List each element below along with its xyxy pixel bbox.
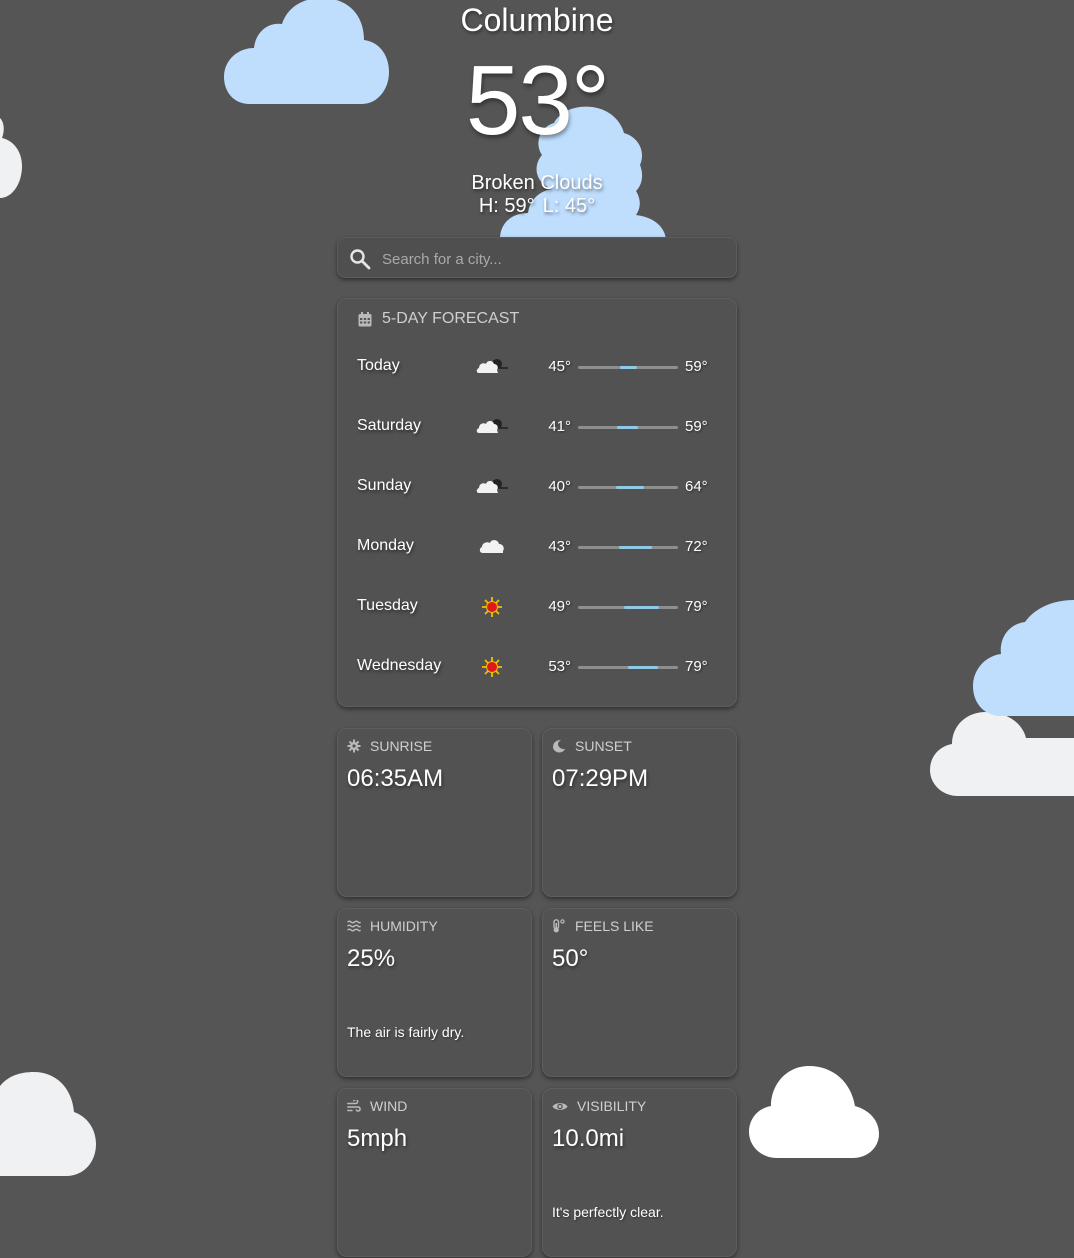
humidity-header: HUMIDITY	[347, 918, 438, 934]
forecast-day: Saturday	[357, 417, 422, 434]
forecast-high: 79°	[685, 598, 708, 615]
condition-text: Broken Clouds	[471, 172, 603, 194]
forecast-high: 64°	[685, 478, 708, 495]
sunset-value: 07:29PM	[552, 765, 649, 792]
range-fill	[618, 546, 653, 549]
moon-icon	[552, 739, 566, 753]
forecast-row: Today 45° 59°	[338, 352, 738, 382]
humidity-note: The air is fairly dry.	[347, 1024, 465, 1040]
five-day-forecast-card: 5-DAY FORECAST Today 45° 59° Saturday 41…	[337, 298, 737, 707]
sunrise-card: SUNRISE 06:35AM	[337, 728, 532, 897]
sunrise-label: SUNRISE	[370, 738, 433, 754]
eye-icon	[552, 1099, 568, 1113]
forecast-row: Monday 43° 72°	[338, 532, 738, 562]
partly-cloudy-night-icon	[475, 472, 509, 502]
search-input[interactable]	[380, 244, 724, 274]
feels-like-header: FEELS LIKE	[552, 918, 654, 934]
forecast-day: Monday	[357, 537, 414, 554]
water-icon	[347, 919, 361, 933]
range-fill	[627, 666, 658, 669]
temperature-range-bar	[578, 486, 678, 489]
high-temp: H: 59°	[478, 195, 535, 217]
sunset-card: SUNSET 07:29PM	[542, 728, 737, 897]
sunset-header: SUNSET	[552, 738, 632, 754]
temperature-range-bar	[578, 426, 678, 429]
thermometer-icon	[552, 919, 566, 933]
forecast-row: Wednesday 53° 79°	[338, 652, 738, 682]
range-fill	[616, 486, 644, 489]
forecast-day: Tuesday	[357, 597, 418, 614]
sunrise-value: 06:35AM	[347, 765, 444, 792]
sun-gear-icon	[347, 739, 361, 753]
feels-like-value: 50°	[552, 945, 589, 972]
humidity-value: 25%	[347, 945, 396, 972]
forecast-header: 5-DAY FORECAST	[357, 310, 519, 328]
partly-cloudy-night-icon	[475, 352, 509, 382]
high-low: H: 59° L: 45°	[0, 195, 1074, 218]
feels-like-label: FEELS LIKE	[575, 918, 654, 934]
search-icon[interactable]	[349, 248, 371, 275]
wind-card: WIND 5mph	[337, 1088, 532, 1257]
low-temp: L: 45°	[542, 195, 596, 217]
forecast-low: 45°	[548, 358, 571, 375]
cloud-icon	[475, 532, 509, 562]
forecast-high: 79°	[685, 658, 708, 675]
forecast-row: Tuesday 49° 79°	[338, 592, 738, 622]
range-fill	[616, 426, 638, 429]
search-bar[interactable]	[337, 237, 737, 278]
cloud-decoration	[0, 1072, 96, 1176]
wind-header: WIND	[347, 1098, 407, 1114]
forecast-high: 59°	[685, 358, 708, 375]
weather-app: Columbine 53° Broken Clouds H: 59° L: 45°	[0, 0, 1074, 1258]
partly-cloudy-night-icon	[475, 412, 509, 442]
wind-value: 5mph	[347, 1125, 408, 1152]
visibility-card: VISIBILITY 10.0mi It's perfectly clear.	[542, 1088, 737, 1257]
forecast-high: 59°	[685, 418, 708, 435]
forecast-day: Sunday	[357, 477, 412, 494]
forecast-row: Saturday 41° 59°	[338, 412, 738, 442]
current-temperature: 53°	[465, 45, 610, 155]
temperature-range-bar	[578, 666, 678, 669]
cloud-decoration	[973, 600, 1074, 718]
wind-icon	[347, 1099, 361, 1113]
forecast-day: Wednesday	[357, 657, 442, 674]
cloud-decoration	[749, 1066, 880, 1158]
visibility-label: VISIBILITY	[577, 1098, 647, 1114]
sun-icon	[475, 592, 509, 622]
visibility-header: VISIBILITY	[552, 1098, 646, 1114]
range-fill	[624, 606, 659, 609]
sunrise-header: SUNRISE	[347, 738, 432, 754]
city-name: Columbine	[460, 2, 614, 38]
temperature-range-bar	[578, 546, 678, 549]
forecast-day: Today	[357, 357, 400, 374]
humidity-label: HUMIDITY	[370, 918, 438, 934]
forecast-low: 53°	[548, 658, 571, 675]
temperature-range-bar	[578, 366, 678, 369]
humidity-card: HUMIDITY 25% The air is fairly dry.	[337, 908, 532, 1077]
wind-label: WIND	[370, 1098, 408, 1114]
feels-like-card: FEELS LIKE 50°	[542, 908, 737, 1077]
forecast-low: 40°	[548, 478, 571, 495]
forecast-low: 43°	[548, 538, 571, 555]
range-fill	[620, 366, 637, 369]
visibility-value: 10.0mi	[552, 1125, 625, 1152]
forecast-low: 49°	[548, 598, 571, 615]
forecast-row: Sunday 40° 64°	[338, 472, 738, 502]
forecast-high: 72°	[685, 538, 708, 555]
cloud-decoration	[930, 708, 1074, 798]
sunset-label: SUNSET	[575, 738, 632, 754]
forecast-title: 5-DAY FORECAST	[382, 310, 520, 327]
visibility-note: It's perfectly clear.	[552, 1204, 664, 1220]
forecast-low: 41°	[548, 418, 571, 435]
temperature-range-bar	[578, 606, 678, 609]
calendar-icon	[357, 311, 372, 327]
sun-icon	[475, 652, 509, 682]
